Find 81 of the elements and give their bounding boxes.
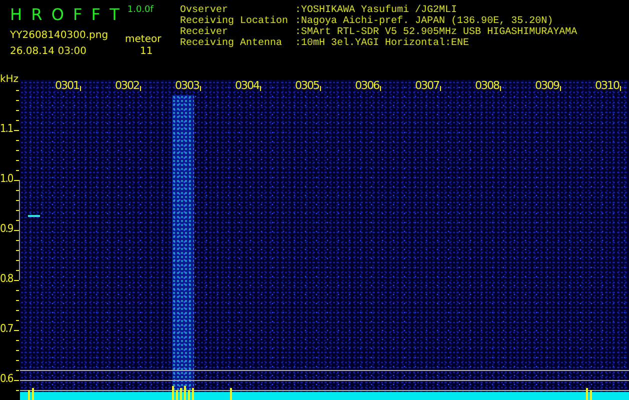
spike-mark [590,390,592,400]
tick-mark [16,210,19,211]
tick-mark [16,150,19,151]
datetime: 26.08.14 03:00 [10,46,88,57]
frequency-label: 1.0 [0,172,13,185]
frequency-label: 0.6 [0,372,13,385]
time-label: 0307 [415,80,440,92]
info-label: Receiving Antenna [180,38,284,49]
tick-mark [16,270,19,271]
app-title: H R O F F T [10,5,122,24]
frequency-label: 0.7 [0,322,13,335]
tick-mark [16,310,19,311]
tick-mark [16,240,19,241]
frequency-label: 1.1 [0,122,13,135]
tick-mark [16,260,19,261]
tick-mark [320,86,321,91]
tick-mark [14,130,19,131]
tick-mark [16,370,19,371]
spike-mark [32,388,34,400]
tick-mark [16,100,19,101]
tick-mark [16,250,19,251]
spike-mark [586,388,588,400]
frequency-label: 0.9 [0,222,13,235]
tick-mark [380,86,381,91]
spike-mark [184,386,186,400]
filename: YY2608140300.png [10,30,110,41]
tick-mark [16,220,19,221]
time-label: 0301 [55,80,80,92]
tick-mark [16,190,19,191]
tick-mark [620,86,621,91]
info-label: Ovserver [180,5,228,16]
spike-mark [192,388,194,400]
tick-mark [14,180,19,181]
tick-mark [16,300,19,301]
time-label: 0310 [595,80,620,92]
tick-mark [16,350,19,351]
frequency-label: 0.8 [0,272,13,285]
time-label: 0302 [115,80,140,92]
info-label: Receiver [180,27,228,38]
tick-mark [14,230,19,231]
tick-mark [16,320,19,321]
version-label: 1.0.0f [127,5,154,15]
tick-mark [16,390,19,391]
unit-label: kHz [0,74,19,85]
time-label: 0304 [235,80,260,92]
tick-mark [16,110,19,111]
tick-mark [16,160,19,161]
time-label: 0305 [295,80,320,92]
tick-mark [200,86,201,91]
spike-mark [28,390,30,400]
tick-mark [16,360,19,361]
info-value: :10mH 3el.YAGI Horizontal:ENE [295,38,470,49]
info-value: :YOSHIKAWA Yasufumi /JG2MLI [295,5,458,16]
tick-mark [80,86,81,91]
tick-mark [500,86,501,91]
tick-mark [14,380,19,381]
tick-mark [16,140,19,141]
tick-mark [16,340,19,341]
tick-mark [16,290,19,291]
tick-mark [560,86,561,91]
detection-count: 11 [140,46,153,57]
time-label: 0306 [355,80,380,92]
spike-mark [230,388,232,400]
tick-mark [14,280,19,281]
info-label: Receiving Location [180,16,290,27]
spike-mark [180,388,182,400]
tick-mark [440,86,441,91]
time-label: 0303 [175,80,200,92]
detection-label: meteor [125,34,162,45]
tick-mark [16,120,19,121]
time-label: 0308 [475,80,500,92]
tick-mark [140,86,141,91]
time-label: 0309 [535,80,560,92]
tick-mark [16,170,19,171]
tick-mark [260,86,261,91]
info-value: :Nagoya Aichi-pref. JAPAN (136.90E, 35.20N) [295,16,554,27]
tick-mark [16,200,19,201]
spike-mark [172,386,174,400]
tick-mark [14,330,19,331]
info-value: :SMArt RTL-SDR V5 52.905MHz USB HIGASHIMURAYAMA [295,27,578,38]
tick-mark [16,90,19,91]
